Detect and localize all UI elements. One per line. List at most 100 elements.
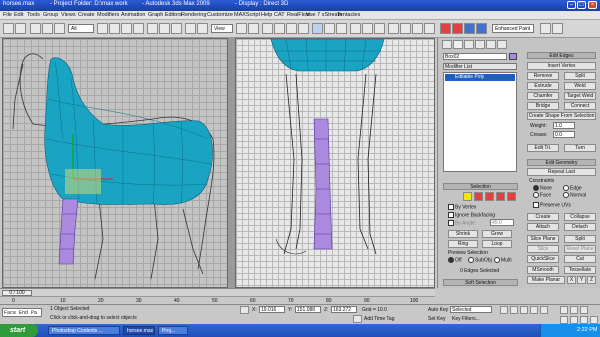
menu-animation[interactable]: Animation bbox=[121, 12, 145, 18]
chamfer-button[interactable]: Chamfer bbox=[527, 92, 559, 100]
remove-button[interactable]: Remove bbox=[527, 72, 559, 80]
modify-tab-icon[interactable] bbox=[453, 40, 463, 49]
menu-views[interactable]: Views bbox=[61, 12, 76, 18]
material-editor-icon[interactable] bbox=[388, 23, 399, 34]
attach-button[interactable]: Attach bbox=[527, 223, 559, 231]
preview-multi-radio[interactable]: Multi bbox=[494, 257, 512, 263]
weight-field[interactable]: 1.0 bbox=[553, 122, 575, 129]
create-tab-icon[interactable] bbox=[442, 40, 452, 49]
create-button[interactable]: Create bbox=[527, 213, 559, 221]
border-mode-icon[interactable] bbox=[485, 192, 494, 201]
link-icon[interactable] bbox=[30, 23, 41, 34]
play-icon[interactable] bbox=[520, 306, 528, 314]
percent-snap-icon[interactable] bbox=[286, 23, 297, 34]
edit-geometry-rollout-title[interactable]: Edit Geometry bbox=[527, 159, 596, 166]
window-crossing-icon[interactable] bbox=[133, 23, 144, 34]
collapse-button[interactable]: Collapse bbox=[564, 213, 596, 221]
planar-x-button[interactable]: X bbox=[567, 276, 576, 284]
menu-graph-editors[interactable]: Graph Editors bbox=[148, 12, 182, 18]
planar-z-button[interactable]: Z bbox=[587, 276, 596, 284]
zoom-extents-icon[interactable] bbox=[580, 306, 588, 314]
polygon-mode-icon[interactable] bbox=[496, 192, 505, 201]
menu-customize[interactable]: Customize bbox=[207, 12, 233, 18]
object-color-swatch[interactable] bbox=[509, 53, 517, 60]
key-filters-button[interactable]: Key Filters... bbox=[452, 316, 480, 322]
shrink-button[interactable]: Shrink bbox=[448, 230, 478, 238]
realflow-emitter-icon[interactable] bbox=[452, 23, 463, 34]
manipulate-icon[interactable] bbox=[248, 23, 259, 34]
undo-icon[interactable] bbox=[3, 23, 14, 34]
menu-maxscript[interactable]: MAXScript bbox=[234, 12, 260, 18]
cut-button[interactable]: Cut bbox=[564, 255, 596, 263]
reference-coord-dropdown[interactable]: View bbox=[211, 24, 233, 33]
msmooth-button[interactable]: MSmooth bbox=[527, 266, 559, 274]
spinner-snap-icon[interactable] bbox=[298, 23, 309, 34]
constraint-none-radio[interactable]: None bbox=[533, 185, 552, 191]
taskbar-project[interactable]: Proj... bbox=[158, 326, 188, 335]
fov-icon[interactable] bbox=[560, 316, 568, 324]
vue-render-icon[interactable] bbox=[476, 23, 487, 34]
soft-selection-rollout-title[interactable]: Soft Selection bbox=[443, 279, 518, 286]
align-icon[interactable] bbox=[336, 23, 347, 34]
previous-frame-icon[interactable] bbox=[510, 306, 518, 314]
pivot-icon[interactable] bbox=[236, 23, 247, 34]
zoom-icon[interactable] bbox=[560, 306, 568, 314]
taskbar-photoshop[interactable]: Photoshop Contents ... bbox=[48, 326, 120, 335]
panel-toggle-icon[interactable] bbox=[552, 23, 563, 34]
zoom-all-icon[interactable] bbox=[570, 306, 578, 314]
lock-selection-icon[interactable] bbox=[240, 306, 249, 314]
select-rotate-icon[interactable] bbox=[159, 23, 170, 34]
menu-file[interactable]: File bbox=[3, 12, 12, 18]
angle-snap-icon[interactable] bbox=[274, 23, 285, 34]
realflow-icon[interactable] bbox=[440, 23, 451, 34]
by-vertex-checkbox[interactable]: By Vertex bbox=[448, 204, 476, 210]
orbit-icon[interactable] bbox=[580, 316, 588, 324]
display-tab-icon[interactable] bbox=[486, 40, 496, 49]
move-gizmo-icon[interactable] bbox=[185, 23, 196, 34]
viewport-divider[interactable] bbox=[228, 38, 235, 288]
ignore-backfacing-checkbox[interactable]: Ignore Backfacing bbox=[448, 212, 495, 218]
preview-off-radio[interactable]: Off bbox=[448, 257, 462, 263]
detach-button[interactable]: Detach bbox=[564, 223, 596, 231]
go-to-start-icon[interactable] bbox=[500, 306, 508, 314]
x-coord-field[interactable]: 19.016 bbox=[259, 306, 285, 313]
split-geo-button[interactable]: Split bbox=[564, 235, 596, 243]
constraint-normal-radio[interactable]: Normal bbox=[563, 192, 586, 198]
reset-plane-button[interactable]: Reset Plane bbox=[564, 245, 596, 253]
menu-modifiers[interactable]: Modifiers bbox=[97, 12, 119, 18]
crease-field[interactable]: 0.0 bbox=[553, 131, 575, 138]
constraint-face-radio[interactable]: Face bbox=[533, 192, 551, 198]
menu-tentacles[interactable]: Tentacles bbox=[337, 12, 360, 18]
graphite-icon[interactable] bbox=[540, 23, 551, 34]
grow-button[interactable]: Grow bbox=[482, 230, 512, 238]
select-icon[interactable] bbox=[97, 23, 108, 34]
minimize-icon[interactable]: – bbox=[567, 1, 576, 9]
edit-tri-button[interactable]: Edit Tri. bbox=[527, 144, 559, 152]
go-to-end-icon[interactable] bbox=[540, 306, 548, 314]
quickslice-button[interactable]: QuickSlice bbox=[527, 255, 559, 263]
track-bar[interactable]: 0 10 20 30 40 50 60 70 80 90 100 bbox=[0, 296, 435, 304]
named-selection-set[interactable]: Enhanced Paint bbox=[492, 24, 534, 33]
layer-manager-icon[interactable] bbox=[350, 23, 361, 34]
weld-button[interactable]: Weld bbox=[564, 82, 596, 90]
preview-subobj-radio[interactable]: SubObj bbox=[468, 257, 492, 263]
menu-help[interactable]: Help bbox=[261, 12, 272, 18]
slice-button[interactable]: Slice bbox=[527, 245, 559, 253]
target-weld-button[interactable]: Target Weld bbox=[564, 92, 596, 100]
menu-rendering[interactable]: Rendering bbox=[181, 12, 206, 18]
rendered-frame-icon[interactable] bbox=[412, 23, 423, 34]
menu-cat[interactable]: CAT bbox=[274, 12, 285, 18]
menu-create[interactable]: Create bbox=[78, 12, 95, 18]
tessellate-button[interactable]: Tessellate bbox=[564, 266, 596, 274]
selection-filter-dropdown[interactable]: All bbox=[68, 24, 94, 33]
hierarchy-tab-icon[interactable] bbox=[464, 40, 474, 49]
constraint-edge-radio[interactable]: Edge bbox=[563, 185, 582, 191]
unlink-icon[interactable] bbox=[42, 23, 53, 34]
taskbar-3dsmax[interactable]: horsee.max - ... bbox=[123, 326, 155, 335]
element-mode-icon[interactable] bbox=[507, 192, 516, 201]
bridge-button[interactable]: Bridge bbox=[527, 102, 559, 110]
maximize-icon[interactable]: □ bbox=[577, 1, 586, 9]
vertex-mode-icon[interactable] bbox=[463, 192, 472, 201]
edit-edges-rollout-title[interactable]: Edit Edges bbox=[527, 52, 596, 59]
redo-icon[interactable] bbox=[15, 23, 26, 34]
